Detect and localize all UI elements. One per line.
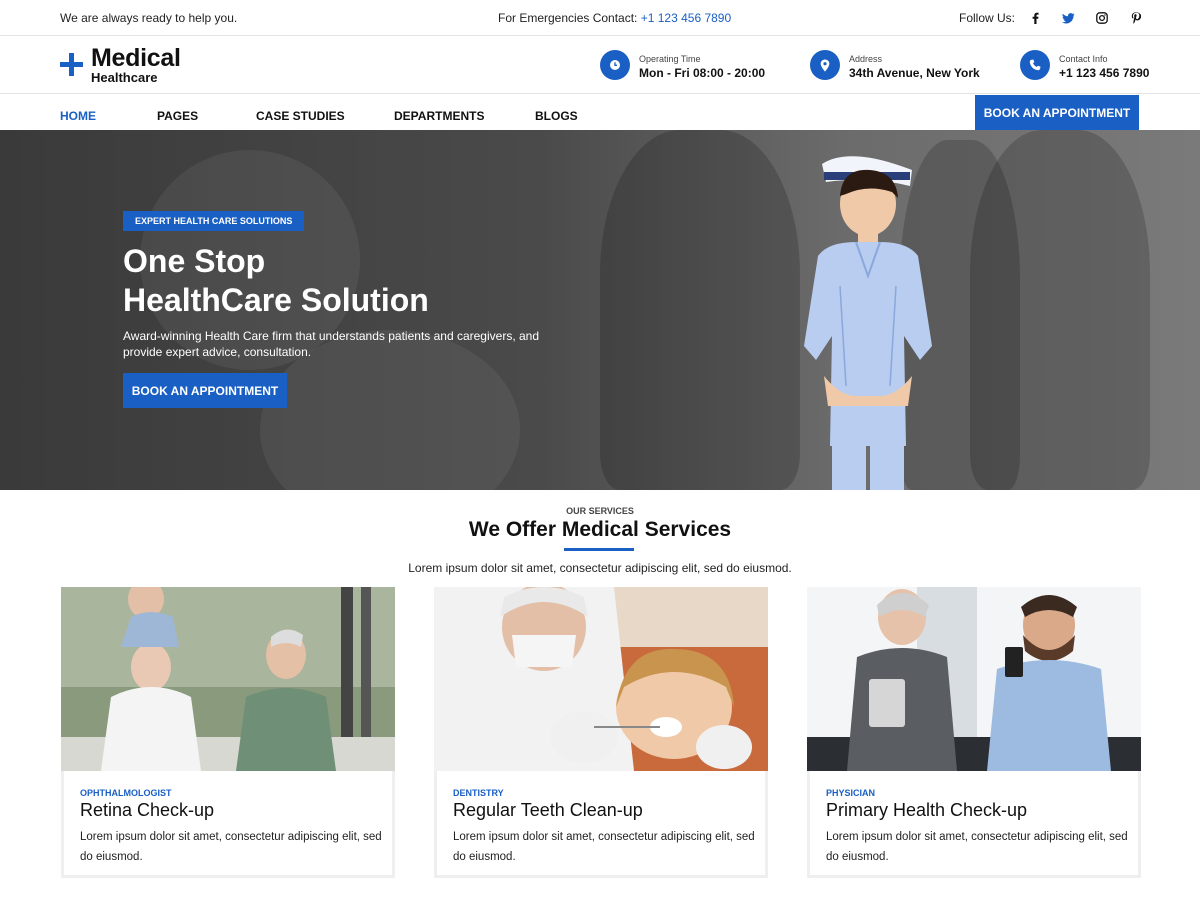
- service-title[interactable]: Regular Teeth Clean-up: [453, 800, 643, 821]
- services-title: We Offer Medical Services: [468, 518, 732, 541]
- nav-item-departments[interactable]: DEPARTMENTS: [394, 109, 484, 123]
- service-text: Lorem ipsum dolor sit amet, consectetur …: [826, 831, 1128, 863]
- logo-subtitle: Healthcare: [91, 70, 158, 85]
- service-text: Lorem ipsum dolor sit amet, consectetur …: [80, 831, 382, 863]
- contact-phone-value[interactable]: +1 123 456 7890: [1059, 66, 1149, 80]
- tagline: We are always ready to help you.: [60, 11, 238, 25]
- emergency-contact: For Emergencies Contact: +1 123 456 7890: [498, 11, 731, 25]
- service-card-physician[interactable]: PHYSICIAN Primary Health Check-up Lorem …: [807, 587, 1141, 878]
- services-eyebrow: OUR SERVICES: [566, 506, 634, 516]
- services-title-underline: [564, 548, 634, 551]
- hero-banner: EXPERT HEALTH CARE SOLUTIONS One Stop He…: [0, 130, 1200, 490]
- service-image-teeth: [434, 587, 768, 771]
- service-category: DENTISTRY: [453, 788, 504, 798]
- emergency-label: For Emergencies Contact:: [498, 11, 638, 25]
- operating-time-value: Mon - Fri 08:00 - 20:00: [639, 66, 766, 80]
- book-appointment-hero-button[interactable]: BOOK AN APPOINTMENT: [123, 373, 287, 408]
- service-card-teeth[interactable]: DENTISTRY Regular Teeth Clean-up Lorem i…: [434, 587, 768, 878]
- main-nav: HOME PAGES CASE STUDIES DEPARTMENTS BLOG…: [0, 95, 1200, 130]
- header: Medical Healthcare Operating Time Mon - …: [0, 37, 1200, 94]
- service-text: Lorem ipsum dolor sit amet, consectetur …: [453, 831, 755, 863]
- hero-title-line2: HealthCare Solution: [123, 282, 429, 318]
- hero-description: Award-winning Health Care firm that unde…: [123, 329, 540, 359]
- service-category: OPHTHALMOLOGIST: [80, 788, 172, 798]
- nav-item-case-studies[interactable]: CASE STUDIES: [256, 109, 345, 123]
- hero-badge: EXPERT HEALTH CARE SOLUTIONS: [123, 211, 305, 231]
- hero-title: One Stop HealthCare Solution: [123, 242, 543, 320]
- follow-label: Follow Us:: [959, 11, 1016, 25]
- map-pin-icon: [810, 50, 840, 80]
- phone-icon: [1020, 50, 1050, 80]
- service-card-retina[interactable]: OPHTHALMOLOGIST Retina Check-up Lorem ip…: [61, 587, 395, 878]
- address-value: 34th Avenue, New York: [849, 66, 980, 80]
- services-description: Lorem ipsum dolor sit amet, consectetur …: [408, 561, 792, 575]
- logo-title[interactable]: Medical: [91, 44, 181, 73]
- emergency-phone-link[interactable]: +1 123 456 7890: [641, 11, 731, 25]
- pinterest-icon[interactable]: [1128, 10, 1144, 26]
- service-card-body: DENTISTRY Regular Teeth Clean-up Lorem i…: [434, 771, 768, 878]
- twitter-icon[interactable]: [1060, 10, 1076, 26]
- service-card-body: PHYSICIAN Primary Health Check-up Lorem …: [807, 771, 1141, 878]
- service-title[interactable]: Retina Check-up: [80, 800, 214, 821]
- book-appointment-nav-button[interactable]: BOOK AN APPOINTMENT: [975, 95, 1139, 130]
- nav-item-home[interactable]: HOME: [60, 109, 96, 123]
- nurse-image: [804, 156, 932, 490]
- facebook-icon[interactable]: [1027, 10, 1043, 26]
- nav-item-blogs[interactable]: BLOGS: [535, 109, 578, 123]
- hero-bg-figure: [600, 130, 800, 490]
- service-image-physician: [807, 587, 1141, 771]
- service-card-body: OPHTHALMOLOGIST Retina Check-up Lorem ip…: [61, 771, 395, 878]
- service-title[interactable]: Primary Health Check-up: [826, 800, 1027, 821]
- nav-item-pages[interactable]: PAGES: [157, 109, 198, 123]
- top-bar: We are always ready to help you. For Eme…: [0, 0, 1200, 36]
- service-image-retina: [61, 587, 395, 771]
- clock-icon: [600, 50, 630, 80]
- logo-cross-icon[interactable]: [60, 53, 83, 76]
- hero-bg-figure: [970, 130, 1150, 490]
- operating-time-label: Operating Time: [639, 54, 701, 64]
- hero-title-line1: One Stop: [123, 243, 266, 279]
- contact-label: Contact Info: [1059, 54, 1108, 64]
- instagram-icon[interactable]: [1094, 10, 1110, 26]
- address-label: Address: [849, 54, 883, 64]
- service-category: PHYSICIAN: [826, 788, 876, 798]
